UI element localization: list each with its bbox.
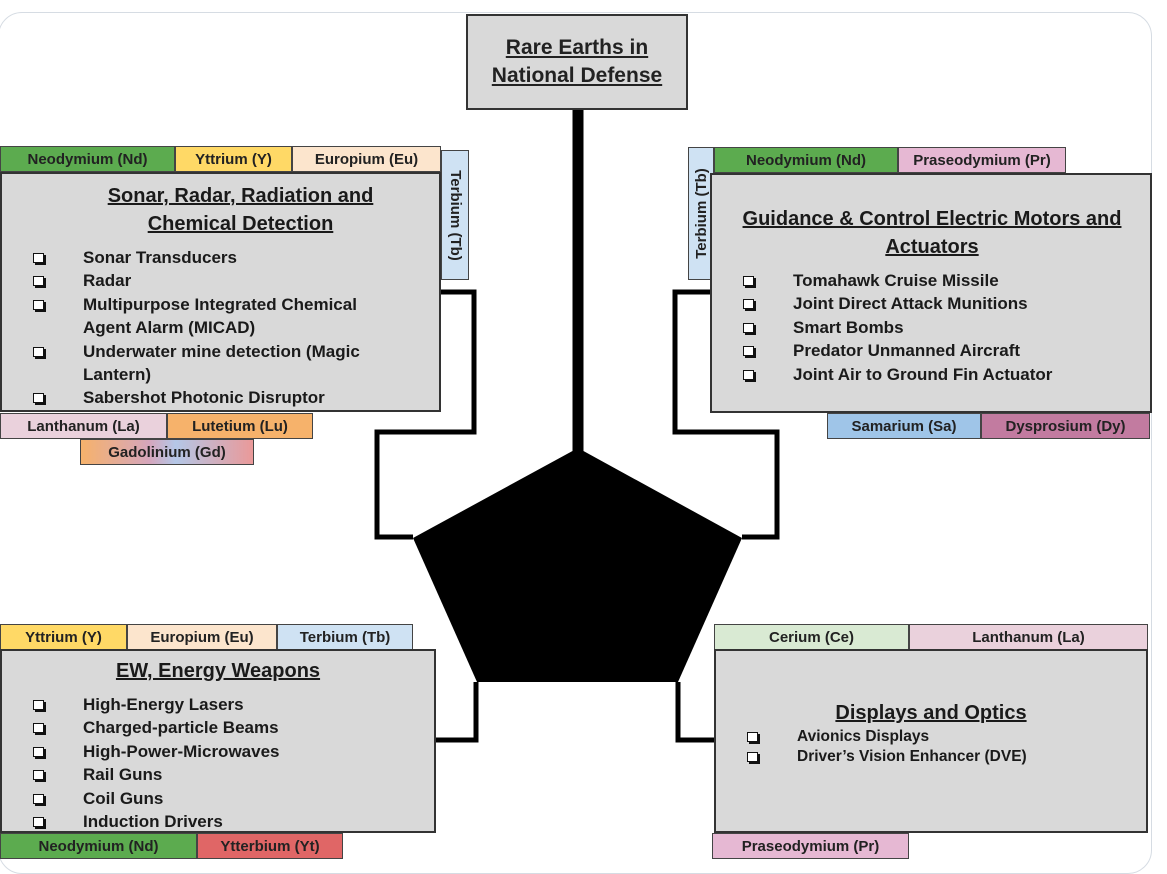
connector-bottom-left — [435, 682, 479, 743]
list-item: Driver’s Vision Enhancer (DVE) — [716, 747, 1146, 767]
tag-terbium: Terbium (Tb) — [277, 624, 413, 650]
panel-sonar-radar: Sonar, Radar, Radiation and Chemical Det… — [0, 172, 441, 412]
tag-neodymium: Neodymium (Nd) — [0, 146, 175, 172]
tag-yttrium: Yttrium (Y) — [175, 146, 292, 172]
checkbox-icon — [743, 276, 754, 286]
checkbox-icon — [33, 299, 44, 310]
list-item: Charged-particle Beams — [2, 716, 434, 739]
tag-lutetium: Lutetium (Lu) — [167, 413, 313, 439]
tag-samarium: Samarium (Sa) — [827, 413, 981, 439]
title-box: Rare Earths in National Defense — [466, 14, 688, 110]
list-item: Joint Direct Attack Munitions — [712, 292, 1150, 315]
list-item: Tomahawk Cruise Missile — [712, 269, 1150, 292]
list-item: High-Energy Lasers — [2, 693, 434, 716]
list-item: High-Power-Microwaves — [2, 740, 434, 763]
list-item: Smart Bombs — [712, 316, 1150, 339]
tag-europium: Europium (Eu) — [127, 624, 277, 650]
tag-ytterbium: Ytterbium (Yt) — [197, 833, 343, 859]
tag-lanthanum: Lanthanum (La) — [0, 413, 167, 439]
panel-heading: Displays and Optics — [835, 702, 1027, 724]
checkbox-icon — [33, 393, 44, 404]
list-item: Predator Unmanned Aircraft — [712, 339, 1150, 362]
checkbox-icon — [743, 369, 754, 380]
panel-heading: EW, Energy Weapons — [115, 660, 321, 682]
pentagon-shape — [413, 448, 742, 682]
diagram-title: Rare Earths in National Defense — [491, 36, 663, 87]
list-item: Sonar Transducers — [2, 246, 439, 269]
list-item: Joint Air to Ground Fin Actuator — [712, 363, 1150, 386]
checkbox-icon — [743, 346, 754, 357]
checkbox-icon — [33, 817, 44, 828]
tag-europium: Europium (Eu) — [292, 146, 441, 172]
item-list: High-Energy Lasers Charged-particle Beam… — [2, 693, 434, 833]
checkbox-icon — [33, 770, 44, 781]
checkbox-icon — [33, 276, 44, 287]
list-item: Induction Drivers — [2, 810, 434, 833]
tag-neodymium: Neodymium (Nd) — [714, 147, 898, 173]
list-item: Avionics Displays — [716, 727, 1146, 747]
item-list: Avionics Displays Driver’s Vision Enhanc… — [716, 727, 1146, 767]
connector-bottom-right — [675, 682, 715, 743]
tag-lanthanum: Lanthanum (La) — [909, 624, 1148, 650]
checkbox-icon — [747, 732, 758, 742]
checkbox-icon — [33, 793, 44, 804]
tag-neodymium: Neodymium (Nd) — [0, 833, 197, 859]
checkbox-icon — [33, 346, 44, 357]
list-item: Sabershot Photonic Disruptor — [2, 386, 439, 409]
list-item: Rail Guns — [2, 763, 434, 786]
panel-energy-weapons: EW, Energy Weapons High-Energy Lasers Ch… — [0, 649, 436, 833]
panel-heading: Sonar, Radar, Radiation and Chemical Det… — [107, 185, 374, 235]
list-item: Radar — [2, 269, 439, 292]
panel-displays-optics: Displays and Optics Avionics Displays Dr… — [714, 649, 1148, 833]
tag-cerium: Cerium (Ce) — [714, 624, 909, 650]
checkbox-icon — [33, 723, 44, 734]
checkbox-icon — [33, 253, 44, 263]
list-item: Multipurpose Integrated Chemical Agent A… — [2, 293, 439, 340]
tag-praseodymium: Praseodymium (Pr) — [898, 147, 1066, 173]
list-item: Underwater mine detection (Magic Lantern… — [2, 340, 439, 387]
list-item: Coil Guns — [2, 787, 434, 810]
checkbox-icon — [747, 752, 758, 762]
panel-heading: Guidance & Control Electric Motors and A… — [742, 208, 1122, 258]
item-list: Tomahawk Cruise Missile Joint Direct Att… — [712, 269, 1150, 386]
item-list: Sonar Transducers Radar Multipurpose Int… — [2, 246, 439, 410]
checkbox-icon — [33, 746, 44, 757]
panel-guidance-control: Guidance & Control Electric Motors and A… — [710, 173, 1152, 413]
tag-yttrium: Yttrium (Y) — [0, 624, 127, 650]
checkbox-icon — [743, 322, 754, 333]
tag-terbium-vertical: Terbium (Tb) — [441, 150, 469, 280]
tag-dysprosium: Dysprosium (Dy) — [981, 413, 1150, 439]
checkbox-icon — [743, 299, 754, 310]
tag-praseodymium: Praseodymium (Pr) — [712, 833, 909, 859]
tag-gadolinium: Gadolinium (Gd) — [80, 439, 254, 465]
checkbox-icon — [33, 700, 44, 710]
